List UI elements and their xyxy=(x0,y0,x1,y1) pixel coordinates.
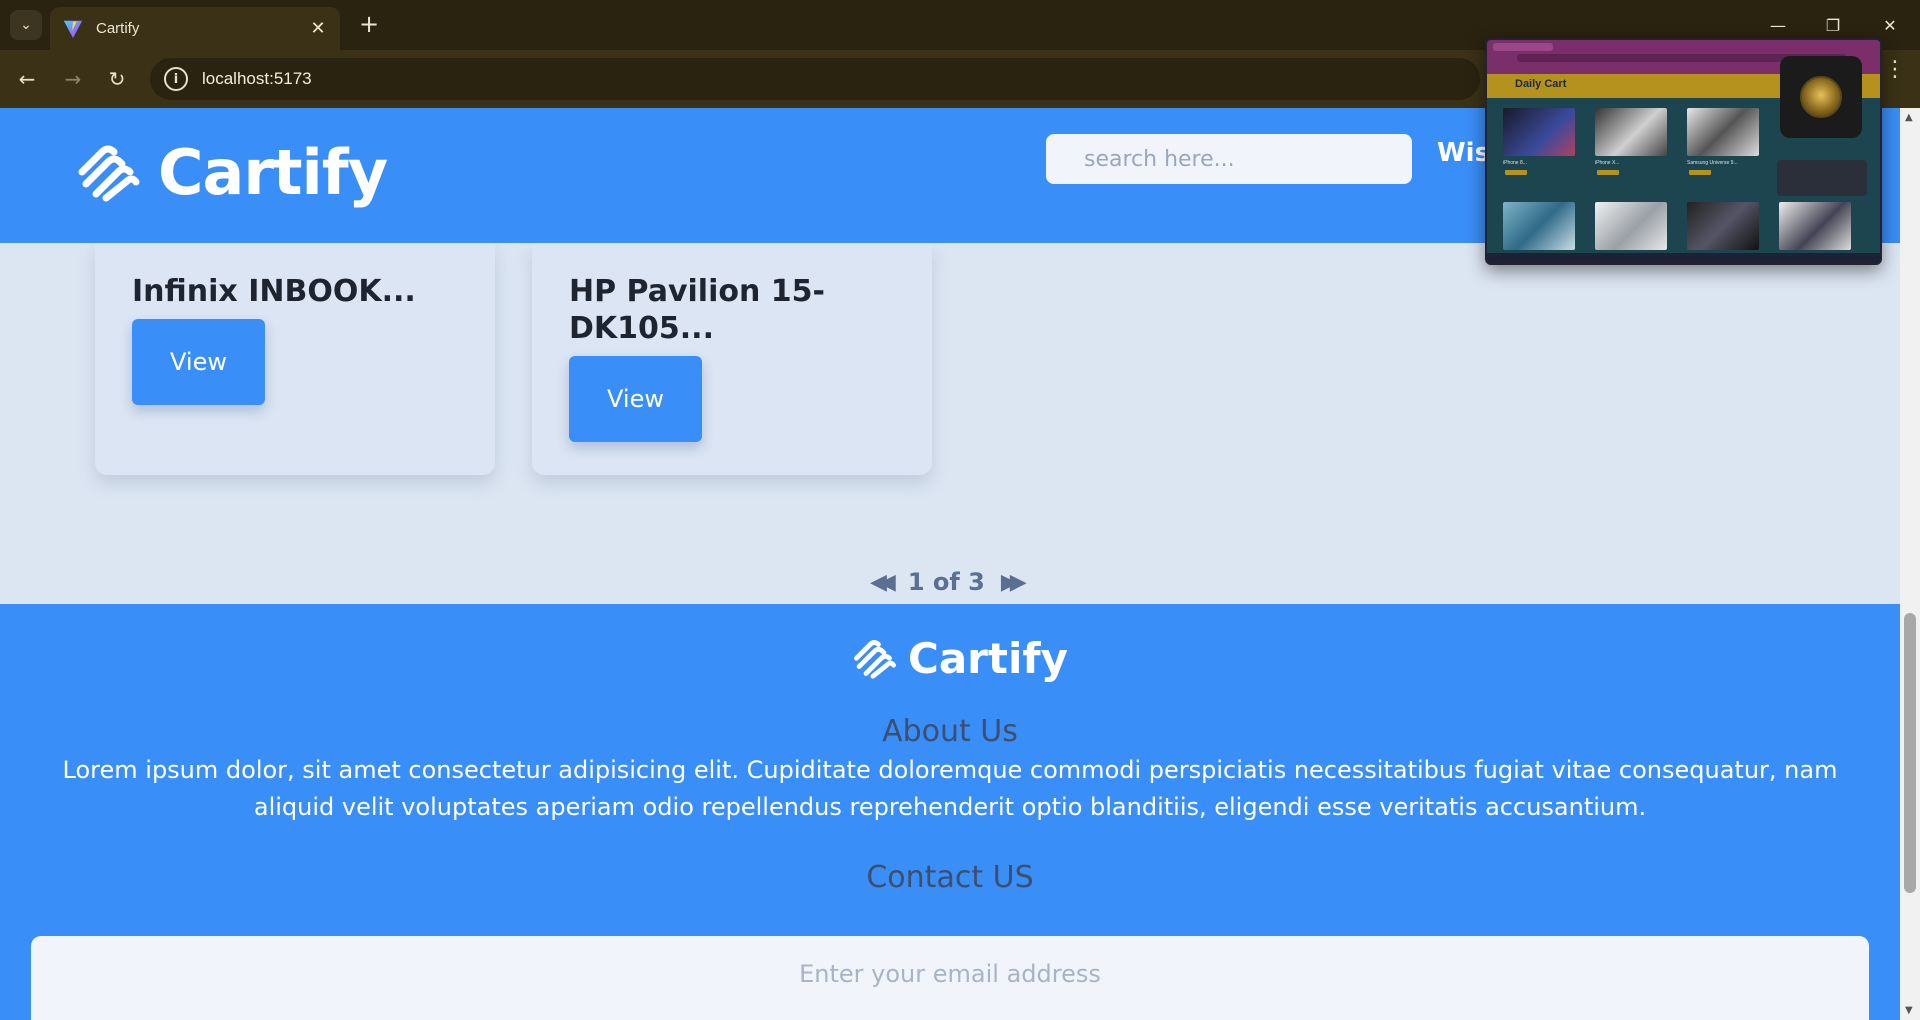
preview-product-image xyxy=(1779,202,1851,250)
preview-share-notice xyxy=(1777,160,1867,196)
chevron-down-icon[interactable]: ⌄ xyxy=(10,10,42,40)
product-title: Infinix INBOOK... xyxy=(132,274,416,309)
back-icon[interactable]: ← xyxy=(10,62,44,96)
preview-product-image xyxy=(1687,202,1759,250)
screen-share-preview[interactable]: Daily Cart iPhone 8... iPhone X... Samsu… xyxy=(1485,38,1882,265)
reload-icon[interactable]: ↻ xyxy=(100,62,134,96)
forward-icon[interactable]: → xyxy=(56,62,90,96)
preview-button xyxy=(1597,170,1619,175)
footer-logo-text: Cartify xyxy=(908,634,1069,683)
nav-link-wishlist[interactable]: Wis xyxy=(1437,138,1490,168)
scroll-down-icon[interactable]: ▼ xyxy=(1905,1005,1913,1016)
presenter-video-tile xyxy=(1780,56,1862,138)
vite-favicon-icon xyxy=(63,20,83,38)
site-info-icon[interactable]: i xyxy=(164,67,188,91)
address-bar[interactable]: i localhost:5173 xyxy=(150,58,1480,100)
about-text: Lorem ipsum dolor, sit amet consectetur … xyxy=(62,756,1838,821)
preview-product-image xyxy=(1687,108,1759,156)
view-product-button[interactable]: View xyxy=(132,319,265,405)
header-logo[interactable]: Cartify xyxy=(76,136,388,209)
cartify-logo-icon xyxy=(853,639,897,679)
preview-brand: Daily Cart xyxy=(1515,78,1567,90)
url-text: localhost:5173 xyxy=(202,69,312,88)
preview-product-title: iPhone X... xyxy=(1595,160,1620,166)
preview-product-image xyxy=(1595,202,1667,250)
tab-title: Cartify xyxy=(96,20,140,37)
logo-text: Cartify xyxy=(158,136,388,209)
pagination: ◀◀ 1 of 3 ▶▶ xyxy=(870,568,1027,596)
product-card: Infinix INBOOK... View xyxy=(95,243,495,475)
presenter-avatar xyxy=(1800,76,1842,118)
view-product-button[interactable]: View xyxy=(569,356,702,442)
next-page-icon[interactable]: ▶▶ xyxy=(1001,570,1027,595)
preview-product-image xyxy=(1503,202,1575,250)
preview-taskbar xyxy=(1487,253,1880,263)
preview-product-image xyxy=(1503,108,1575,156)
preview-product-title: iPhone 8... xyxy=(1503,160,1527,166)
site-footer: Cartify About Us Lorem ipsum dolor, sit … xyxy=(0,604,1900,1020)
preview-product-image xyxy=(1595,108,1667,156)
footer-logo[interactable]: Cartify xyxy=(852,634,1068,683)
product-title: HP Pavilion 15-DK105... xyxy=(569,274,825,346)
page-indicator: 1 of 3 xyxy=(907,568,985,596)
minimize-icon[interactable]: — xyxy=(1758,8,1798,42)
about-heading: About Us xyxy=(882,714,1018,749)
close-window-icon[interactable]: ✕ xyxy=(1870,8,1910,42)
search-input[interactable] xyxy=(1046,134,1412,184)
contact-heading: Contact US xyxy=(866,860,1034,895)
preview-button xyxy=(1689,170,1711,175)
tab-close-icon[interactable]: ✕ xyxy=(308,18,328,39)
preview-tab xyxy=(1493,43,1553,51)
scroll-up-icon[interactable]: ▲ xyxy=(1905,112,1913,123)
email-field[interactable] xyxy=(31,936,1869,1020)
browser-tab[interactable]: Cartify ✕ xyxy=(50,7,340,50)
cartify-logo-icon xyxy=(78,145,140,201)
previous-page-icon[interactable]: ◀◀ xyxy=(870,570,896,595)
preview-product-title: Samsung Universe 9... xyxy=(1687,160,1738,166)
scrollbar-thumb[interactable] xyxy=(1904,613,1916,893)
product-card: HP Pavilion 15-DK105... View xyxy=(532,243,932,475)
new-tab-button[interactable]: + xyxy=(354,10,384,40)
preview-button xyxy=(1505,170,1527,175)
page-scrollbar[interactable]: ▲ ▼ xyxy=(1900,108,1920,1020)
restore-icon[interactable]: ❐ xyxy=(1813,8,1853,42)
browser-menu-icon[interactable]: ⋮ xyxy=(1884,59,1906,81)
